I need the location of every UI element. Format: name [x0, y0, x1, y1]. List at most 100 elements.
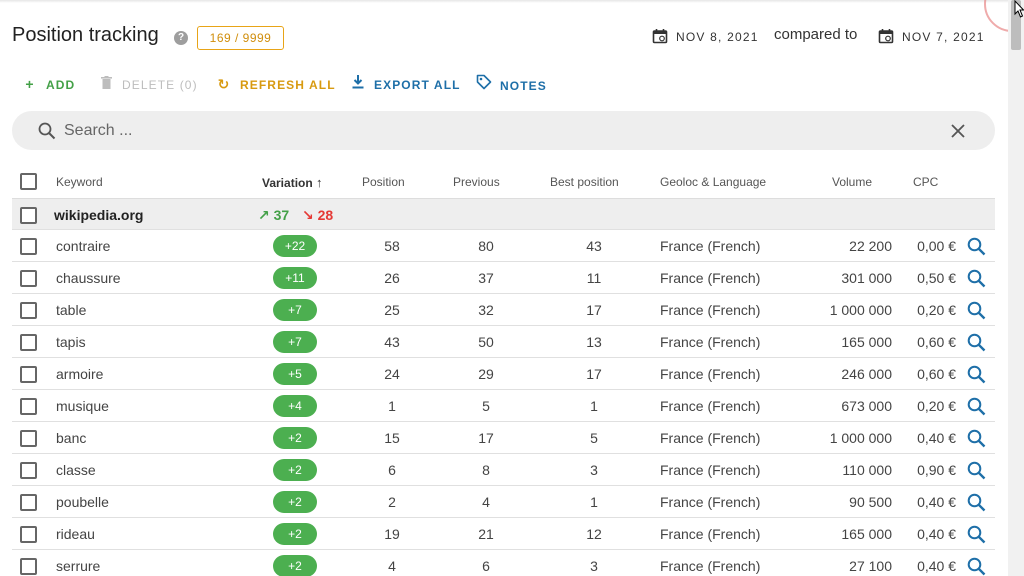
volume-cell: 110 000 [842, 462, 892, 478]
geoloc-cell: France (French) [660, 494, 761, 510]
volume-cell: 673 000 [841, 398, 892, 414]
date-picker[interactable]: NOV 8, 2021 [652, 28, 759, 44]
col-previous[interactable]: Previous [453, 175, 500, 189]
geoloc-cell: France (French) [660, 558, 761, 574]
table-row[interactable]: chaussure +11 26 37 11 France (French) 301 000… [12, 262, 995, 294]
date-value: NOV 8, 2021 [676, 30, 759, 44]
cpc-cell: 0,60 € [917, 334, 956, 350]
previous-cell: 21 [478, 526, 494, 542]
cursor-icon [1014, 0, 1024, 18]
refresh-label: REFRESH ALL [240, 78, 336, 92]
search-icon[interactable] [967, 365, 986, 384]
variation-badge: +2 [273, 491, 317, 513]
search-input[interactable] [64, 119, 914, 143]
row-checkbox[interactable] [20, 238, 37, 255]
position-cell: 4 [388, 558, 396, 574]
col-keyword[interactable]: Keyword [56, 175, 103, 189]
search-icon[interactable] [967, 269, 986, 288]
help-icon[interactable]: ? [174, 31, 188, 45]
search-icon[interactable] [967, 301, 986, 320]
search-icon[interactable] [967, 397, 986, 416]
row-checkbox[interactable] [20, 398, 37, 415]
keyword-cell: table [56, 302, 87, 318]
col-volume[interactable]: Volume [832, 175, 872, 189]
row-checkbox[interactable] [20, 334, 37, 351]
keyword-cell: serrure [56, 558, 101, 574]
close-icon[interactable] [950, 123, 966, 139]
previous-cell: 17 [478, 430, 494, 446]
geoloc-cell: France (French) [660, 366, 761, 382]
table-row[interactable]: rideau +2 19 21 12 France (French) 165 000 0,40… [12, 518, 995, 550]
search-icon[interactable] [967, 557, 986, 576]
row-checkbox[interactable] [20, 366, 37, 383]
compare-date-picker[interactable]: NOV 7, 2021 [878, 28, 985, 44]
previous-cell: 4 [482, 494, 490, 510]
col-best-position[interactable]: Best position [550, 175, 619, 189]
table-row[interactable]: banc +2 15 17 5 France (French) 1 000 000 0,40 … [12, 422, 995, 454]
previous-cell: 6 [482, 558, 490, 574]
volume-cell: 27 100 [849, 558, 892, 574]
col-cpc[interactable]: CPC [913, 175, 938, 189]
table-row[interactable]: serrure +2 4 6 3 France (French) 27 100 0,40 € [12, 550, 995, 576]
best-position-cell: 17 [586, 302, 602, 318]
keyword-cell: poubelle [56, 494, 109, 510]
search-icon[interactable] [967, 237, 986, 256]
table-row[interactable]: musique +4 1 5 1 France (French) 673 000 0,20 € [12, 390, 995, 422]
cpc-cell: 0,20 € [917, 398, 956, 414]
row-checkbox[interactable] [20, 270, 37, 287]
group-up-count: ↗ 37 [258, 207, 290, 223]
calendar-icon [652, 29, 668, 44]
table-row[interactable]: classe +2 6 8 3 France (French) 110 000 0,90 € [12, 454, 995, 486]
previous-cell: 32 [478, 302, 494, 318]
notes-button[interactable]: NOTES [476, 74, 547, 96]
select-all-checkbox[interactable] [20, 173, 37, 190]
volume-cell: 22 200 [849, 238, 892, 254]
row-checkbox[interactable] [20, 526, 37, 543]
table-header: Keyword Variation ↑ Position Previous Be… [12, 166, 995, 198]
delete-button[interactable]: DELETE (0) [98, 74, 198, 95]
cpc-cell: 0,00 € [917, 238, 956, 254]
position-cell: 25 [384, 302, 400, 318]
scrollbar[interactable] [1008, 0, 1024, 576]
previous-cell: 8 [482, 462, 490, 478]
table-row[interactable]: contraire +22 58 80 43 France (French) 22 200 0… [12, 230, 995, 262]
table-row[interactable]: tapis +7 43 50 13 France (French) 165 000 0,60 … [12, 326, 995, 358]
top-shadow [0, 0, 1008, 3]
search-icon[interactable] [967, 525, 986, 544]
group-name: wikipedia.org [54, 207, 144, 223]
search-icon[interactable] [967, 493, 986, 512]
plus-icon: + [25, 76, 35, 92]
table-row[interactable]: table +7 25 32 17 France (French) 1 000 000 0,2… [12, 294, 995, 326]
previous-cell: 5 [482, 398, 490, 414]
add-button[interactable]: + ADD [22, 74, 75, 95]
search-icon[interactable] [967, 333, 986, 352]
refresh-all-button[interactable]: ↻ REFRESH ALL [216, 74, 336, 95]
row-checkbox[interactable] [20, 302, 37, 319]
position-cell: 58 [384, 238, 400, 254]
position-cell: 1 [388, 398, 396, 414]
variation-badge: +7 [273, 331, 317, 353]
group-row[interactable]: wikipedia.org ↗ 37 ↘ 28 [12, 198, 995, 230]
position-cell: 19 [384, 526, 400, 542]
position-cell: 15 [384, 430, 400, 446]
row-checkbox[interactable] [20, 494, 37, 511]
table-row[interactable]: poubelle +2 2 4 1 France (French) 90 500 0,40 € [12, 486, 995, 518]
page-title: Position tracking [12, 24, 159, 46]
geoloc-cell: France (French) [660, 430, 761, 446]
group-checkbox[interactable] [20, 207, 37, 224]
table-row[interactable]: armoire +5 24 29 17 France (French) 246 000 0,6… [12, 358, 995, 390]
variation-badge: +2 [273, 555, 317, 576]
previous-cell: 80 [478, 238, 494, 254]
sort-arrow-up-icon: ↑ [316, 175, 323, 190]
row-checkbox[interactable] [20, 462, 37, 479]
variation-badge: +4 [273, 395, 317, 417]
search-icon[interactable] [967, 461, 986, 480]
row-checkbox[interactable] [20, 558, 37, 575]
export-all-button[interactable]: EXPORT ALL [350, 74, 461, 95]
col-geoloc[interactable]: Geoloc & Language [660, 175, 766, 189]
col-variation[interactable]: Variation ↑ [262, 175, 323, 190]
row-checkbox[interactable] [20, 430, 37, 447]
col-position[interactable]: Position [362, 175, 405, 189]
search-icon[interactable] [967, 429, 986, 448]
variation-badge: +22 [273, 235, 317, 257]
